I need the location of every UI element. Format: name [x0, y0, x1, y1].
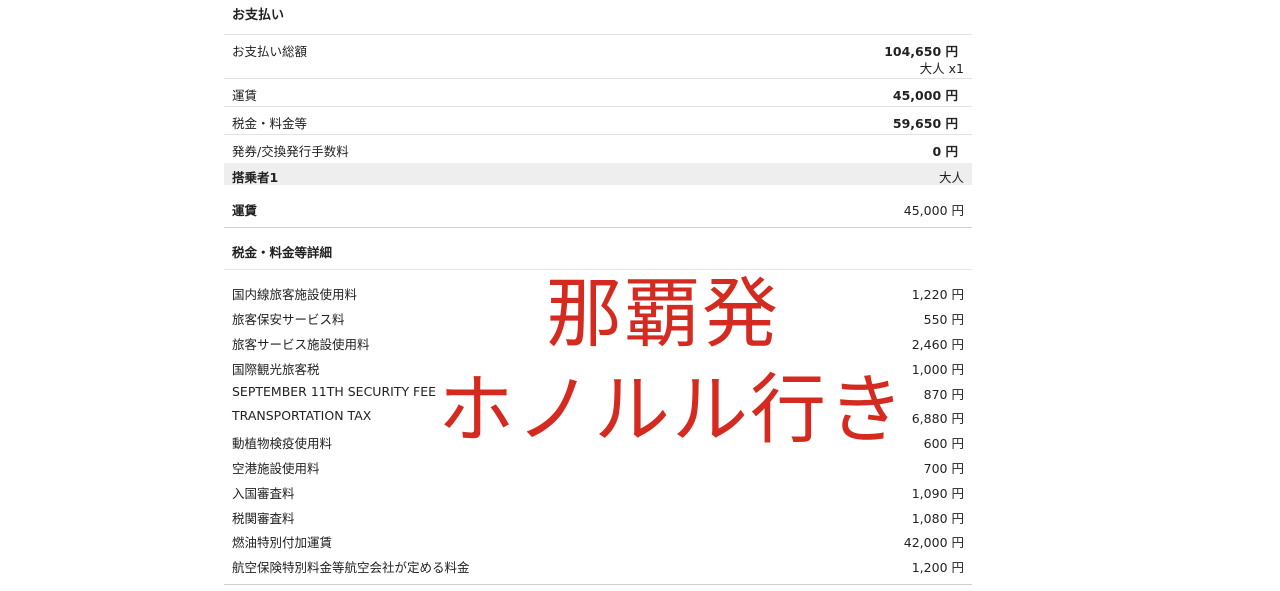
total-label: お支払い総額	[232, 44, 308, 59]
divider	[224, 269, 972, 270]
total-passenger-count: 大人 x1	[919, 61, 964, 76]
fee-value: 0 円	[932, 144, 958, 159]
payment-section-title: お支払い	[232, 8, 285, 23]
tax-item: TRANSPORTATION TAX 6,880 円	[224, 408, 972, 428]
tax-item-value: 1,220 円	[911, 287, 964, 302]
tax-item: 入国審査料 1,090 円	[224, 483, 972, 503]
passenger-header: 搭乗者1 大人	[224, 163, 972, 185]
tax-item-value: 1,080 円	[911, 511, 964, 526]
tax-detail-heading: 税金・料金等詳細	[224, 242, 972, 262]
tax-item-label: 動植物検疫使用料	[232, 436, 333, 451]
tax-item-value: 6,880 円	[911, 411, 964, 426]
tax-item-label: SEPTEMBER 11TH SECURITY FEE	[232, 384, 437, 399]
tax-item: 税関審査料 1,080 円	[224, 508, 972, 528]
passenger-type: 大人	[938, 170, 964, 185]
passenger-fare-value: 45,000 円	[903, 203, 964, 218]
fare-label: 運賃	[232, 88, 258, 103]
tax-item: 空港施設使用料 700 円	[224, 458, 972, 478]
tax-item-label: 入国審査料	[232, 486, 295, 501]
tax-item-label: 税関審査料	[232, 511, 295, 526]
tax-item: 航空保険特別料金等航空会社が定める料金 1,200 円	[224, 557, 972, 577]
tax-item: 動植物検疫使用料 600 円	[224, 433, 972, 453]
fare-row: 運賃 45,000 円	[224, 78, 972, 106]
tax-item-value: 700 円	[923, 461, 964, 476]
passenger-fare-label: 運賃	[232, 203, 258, 218]
divider	[224, 227, 972, 228]
tax-item-label: 旅客サービス施設使用料	[232, 337, 370, 352]
taxes-row: 税金・料金等 59,650 円	[224, 106, 972, 134]
tax-item: 国際観光旅客税 1,000 円	[224, 359, 972, 379]
tax-item-label: 燃油特別付加運賃	[232, 535, 333, 550]
tax-item-value: 550 円	[923, 312, 964, 327]
tax-item-label: TRANSPORTATION TAX	[232, 408, 372, 423]
tax-item-label: 空港施設使用料	[232, 461, 320, 476]
tax-item-label: 旅客保安サービス料	[232, 312, 345, 327]
tax-item-label: 航空保険特別料金等航空会社が定める料金	[232, 560, 470, 575]
divider	[224, 584, 972, 585]
tax-item-value: 42,000 円	[903, 535, 964, 550]
fee-label: 発券/交換発行手数料	[232, 144, 349, 159]
tax-item-label: 国内線旅客施設使用料	[232, 287, 358, 302]
taxes-value: 59,650 円	[892, 116, 958, 131]
tax-item: 燃油特別付加運賃 42,000 円	[224, 532, 972, 552]
tax-item-value: 600 円	[923, 436, 964, 451]
passenger-label: 搭乗者1	[232, 170, 279, 185]
passenger-fare-row: 運賃 45,000 円	[224, 200, 972, 220]
taxes-label: 税金・料金等	[232, 116, 308, 131]
tax-item: SEPTEMBER 11TH SECURITY FEE 870 円	[224, 384, 972, 404]
tax-item-label: 国際観光旅客税	[232, 362, 320, 377]
tax-detail-title: 税金・料金等詳細	[232, 245, 333, 260]
tax-item-value: 1,090 円	[911, 486, 964, 501]
tax-item-value: 1,200 円	[911, 560, 964, 575]
fare-value: 45,000 円	[892, 88, 958, 103]
tax-item: 旅客保安サービス料 550 円	[224, 309, 972, 329]
payment-panel: お支払い お支払い総額 104,650 円 大人 x1 運賃 45,000 円 …	[224, 0, 972, 591]
tax-item-value: 870 円	[923, 387, 964, 402]
total-row: お支払い総額 104,650 円 大人 x1	[224, 34, 972, 78]
tax-item: 国内線旅客施設使用料 1,220 円	[224, 284, 972, 304]
fee-row: 発券/交換発行手数料 0 円	[224, 134, 972, 162]
tax-item: 旅客サービス施設使用料 2,460 円	[224, 334, 972, 354]
tax-item-value: 1,000 円	[911, 362, 964, 377]
tax-item-value: 2,460 円	[911, 337, 964, 352]
